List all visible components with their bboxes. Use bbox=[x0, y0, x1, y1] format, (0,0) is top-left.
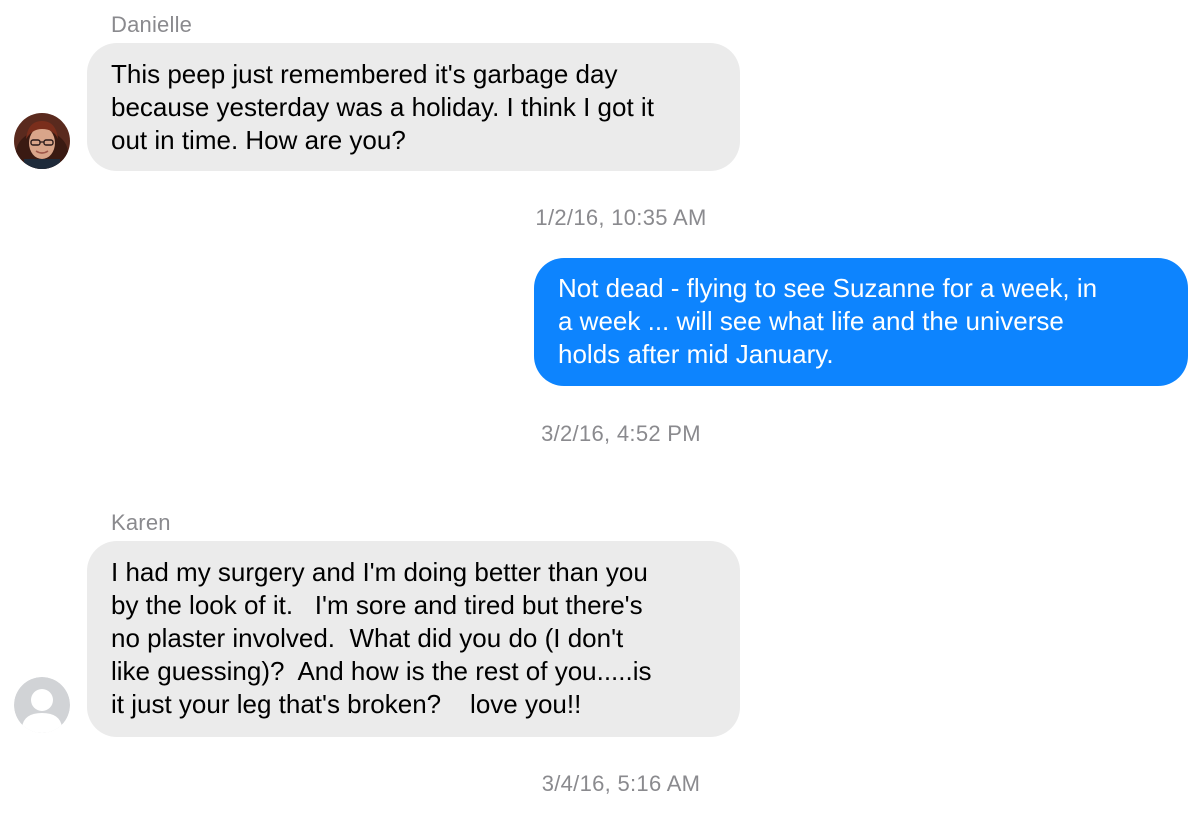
message-timestamp: 1/2/16, 10:35 AM bbox=[535, 205, 707, 230]
sender-name: Karen bbox=[111, 510, 171, 535]
message-bubble[interactable]: I had my surgery and I'm doing better th… bbox=[87, 541, 740, 737]
avatar[interactable] bbox=[14, 113, 70, 169]
avatar-placeholder[interactable] bbox=[14, 677, 70, 733]
message-bubble-outgoing[interactable]: Not dead - flying to see Suzanne for a w… bbox=[534, 258, 1188, 386]
message-bubble[interactable]: This peep just remembered it's garbage d… bbox=[87, 43, 740, 171]
message-timestamp: 3/2/16, 4:52 PM bbox=[541, 421, 701, 446]
default-user-icon bbox=[14, 677, 70, 733]
sender-name: Danielle bbox=[111, 12, 193, 37]
message-timestamp: 3/4/16, 5:16 AM bbox=[541, 771, 701, 796]
profile-photo-icon bbox=[14, 113, 70, 169]
